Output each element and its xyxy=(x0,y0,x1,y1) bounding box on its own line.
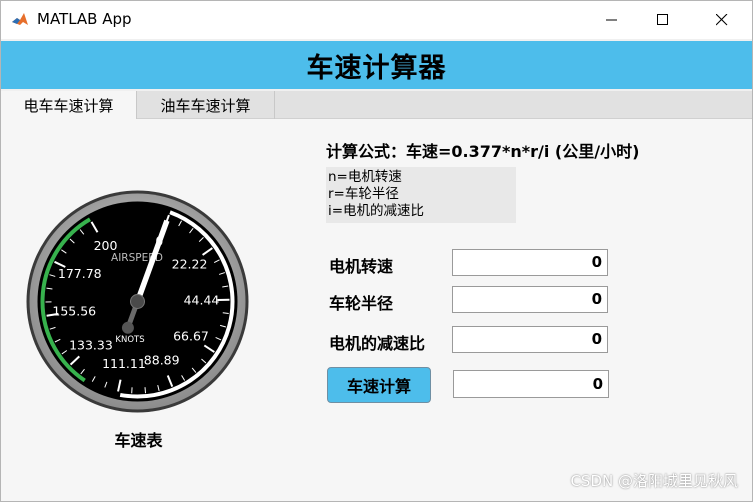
minimize-button[interactable] xyxy=(589,1,635,39)
watermark: CSDN @洛阳城里见秋风 xyxy=(570,472,738,490)
motor-speed-input[interactable]: 0 xyxy=(452,249,608,276)
page-title: 车速计算器 xyxy=(306,52,447,84)
motor-speed-label: 电机转速 xyxy=(329,257,394,276)
header-banner: 车速计算器 xyxy=(1,41,752,89)
close-button[interactable] xyxy=(699,1,745,39)
reduction-ratio-label: 电机的减速比 xyxy=(329,334,426,353)
note-line: i=电机的减速比 xyxy=(328,203,425,219)
note-line: r=车轮半径 xyxy=(328,186,399,202)
gauge-label-bottom: KNOTS xyxy=(115,335,144,345)
window-title: MATLAB App xyxy=(37,10,132,28)
reduction-ratio-input[interactable]: 0 xyxy=(452,326,608,353)
maximize-icon xyxy=(657,14,668,25)
tab-bar: 电车车速计算 油车车速计算 xyxy=(1,91,752,120)
close-icon xyxy=(716,14,728,26)
gauge-needle-hub xyxy=(130,294,145,309)
wheel-radius-label: 车轮半径 xyxy=(329,294,394,313)
gauge-needle-counterweight xyxy=(121,321,134,334)
matlab-logo-icon xyxy=(12,13,28,25)
gauge-tick-label: 200 xyxy=(94,238,118,253)
formula-notes: n=电机转速 r=车轮半径 i=电机的减速比 xyxy=(326,167,516,223)
speed-gauge: 022.2244.4466.6788.89111.11133.33155.561… xyxy=(25,189,250,414)
gauge-caption: 车速表 xyxy=(114,431,163,450)
gauge-graphic: 022.2244.4466.6788.89111.11133.33155.561… xyxy=(26,190,249,413)
note-line: n=电机转速 xyxy=(328,169,402,185)
maximize-button[interactable] xyxy=(640,1,686,39)
title-bar: MATLAB App xyxy=(1,1,752,39)
gauge-tick-label: 155.56 xyxy=(52,303,96,318)
gauge-tick-label: 22.22 xyxy=(172,256,208,271)
gauge-tick-label: 44.44 xyxy=(184,292,220,307)
wheel-radius-input[interactable]: 0 xyxy=(452,286,608,313)
gauge-tick-label: 177.78 xyxy=(58,266,102,281)
tab-fuel-car[interactable]: 油车车速计算 xyxy=(137,91,275,119)
speed-result-field[interactable]: 0 xyxy=(453,370,609,398)
gauge-minor-tick xyxy=(144,387,147,394)
gauge-tick-label: 133.33 xyxy=(69,337,113,352)
gauge-tick-label: 66.67 xyxy=(173,329,209,344)
minimize-icon xyxy=(606,19,617,21)
gauge-tick-label: 111.11 xyxy=(102,356,146,371)
gauge-tick-label: 88.89 xyxy=(144,353,180,368)
calculate-speed-button[interactable]: 车速计算 xyxy=(327,367,431,403)
app-window: MATLAB App 车速计算器 电车车速计算 油车车速计算 22.22 44.… xyxy=(0,0,753,502)
formula-text: 计算公式：车速=0.377*n*r/i (公里/小时) xyxy=(326,142,640,161)
tab-electric-car[interactable]: 电车车速计算 xyxy=(1,91,137,120)
